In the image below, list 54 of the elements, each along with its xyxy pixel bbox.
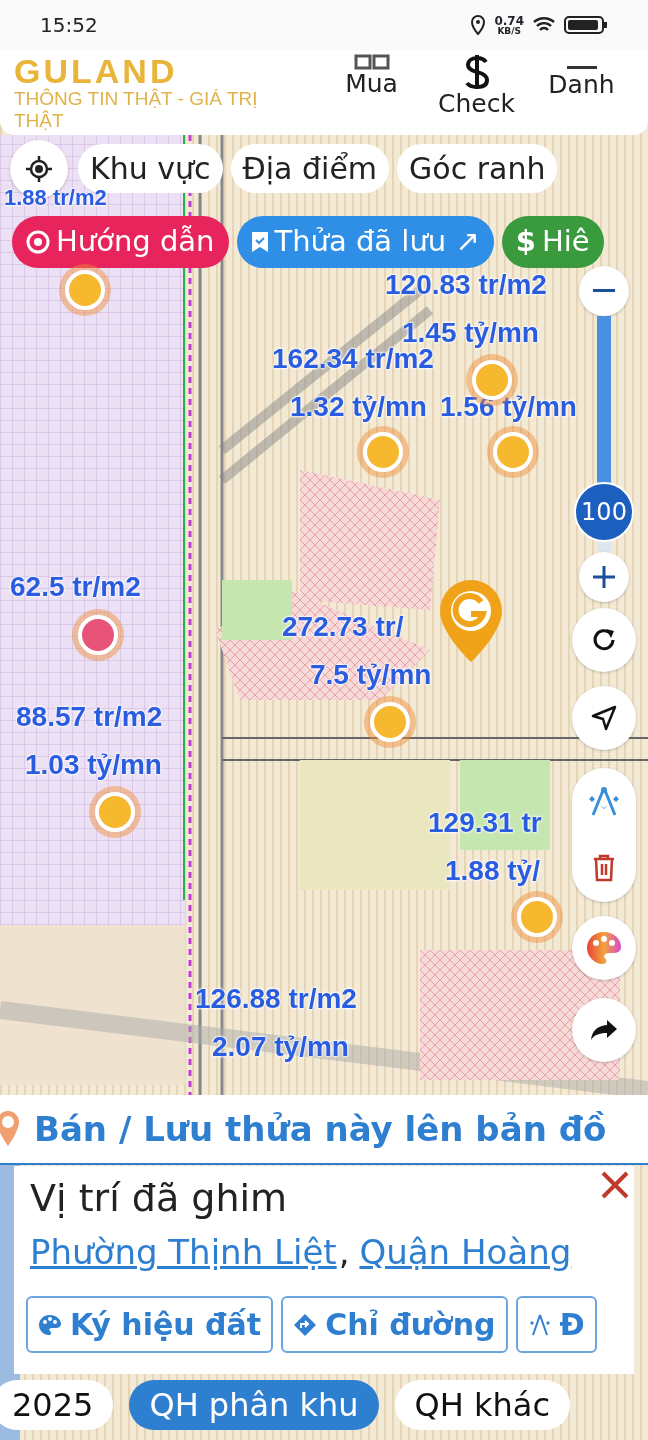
directions-icon <box>293 1312 318 1337</box>
action-chip[interactable]: $ Hiê <box>501 216 604 268</box>
plus-icon <box>592 565 616 589</box>
address-link[interactable]: Phường Thịnh Liệt <box>30 1227 337 1278</box>
dollar-icon <box>463 54 490 90</box>
map-marker-icon <box>438 578 504 664</box>
palette-icon <box>38 1313 62 1336</box>
location-icon <box>470 15 487 35</box>
layer-tab[interactable]: QH phân khu <box>129 1380 379 1430</box>
price-label: 88.57 tr/m2 <box>16 702 163 733</box>
filter-chip[interactable]: Địa điểm <box>230 144 390 193</box>
layer-tab[interactable]: QH khác <box>394 1380 571 1430</box>
close-icon[interactable] <box>600 1170 630 1200</box>
target-icon <box>25 155 53 183</box>
navigation-arrow-icon <box>591 705 617 731</box>
minus-icon <box>593 289 615 293</box>
menu-icon <box>566 66 597 69</box>
price-label: 2.07 tỷ/mn <box>212 1032 349 1063</box>
network-speed: 0.74 <box>494 14 524 27</box>
price-label: 1.88 tỷ/ <box>445 856 540 887</box>
place-title: Vị trí đã ghim <box>30 1175 288 1222</box>
nav-item[interactable]: Check <box>424 50 529 118</box>
price-label: 272.73 tr/ <box>282 612 404 643</box>
price-label: 1.03 tỷ/mn <box>25 750 162 781</box>
address-link[interactable]: Quận Hoàng <box>359 1227 572 1278</box>
action-chip[interactable]: Thửa đã lưu ↗ <box>236 216 494 268</box>
zoom-slider[interactable]: 100 <box>574 316 634 552</box>
price-label: 129.31 tr <box>428 808 542 839</box>
bookmark-icon <box>250 230 269 253</box>
dollar-icon: $ <box>515 220 536 264</box>
price-label: 62.5 tr/m2 <box>10 572 141 603</box>
trash-icon <box>592 854 616 882</box>
status-time: 15:52 <box>40 12 98 39</box>
play-circle-icon <box>26 229 50 254</box>
address-separator: , <box>338 1231 350 1274</box>
share-arrow-icon <box>589 1018 619 1042</box>
battery-icon <box>564 15 608 35</box>
brand-tagline: THÔNG TIN THẬT - GIÁ TRỊ THẬT <box>14 88 259 132</box>
network-unit: KB/S <box>497 26 521 36</box>
grid-icon <box>353 54 390 70</box>
filter-chip[interactable]: Góc ranh <box>397 144 558 193</box>
price-label: 126.88 tr/m2 <box>195 984 357 1015</box>
action-button[interactable]: Chỉ đường <box>281 1296 508 1353</box>
price-label: 120.83 tr/m2 <box>385 270 547 301</box>
palette-icon <box>585 930 623 966</box>
nav-item[interactable]: Mua <box>319 50 424 118</box>
action-button[interactable]: Ký hiệu đất <box>26 1296 274 1353</box>
action-chip[interactable]: Hướng dẫn <box>12 216 229 268</box>
action-button[interactable]: Đ <box>515 1296 597 1353</box>
nav-item[interactable]: Danh <box>529 50 634 118</box>
price-label: 1.32 tỷ/mn <box>290 392 427 423</box>
layer-tab[interactable]: 2025 <box>0 1380 114 1430</box>
price-label: 1.56 tỷ/mn <box>440 392 577 423</box>
price-label: 7.5 tỷ/mn <box>310 660 432 691</box>
